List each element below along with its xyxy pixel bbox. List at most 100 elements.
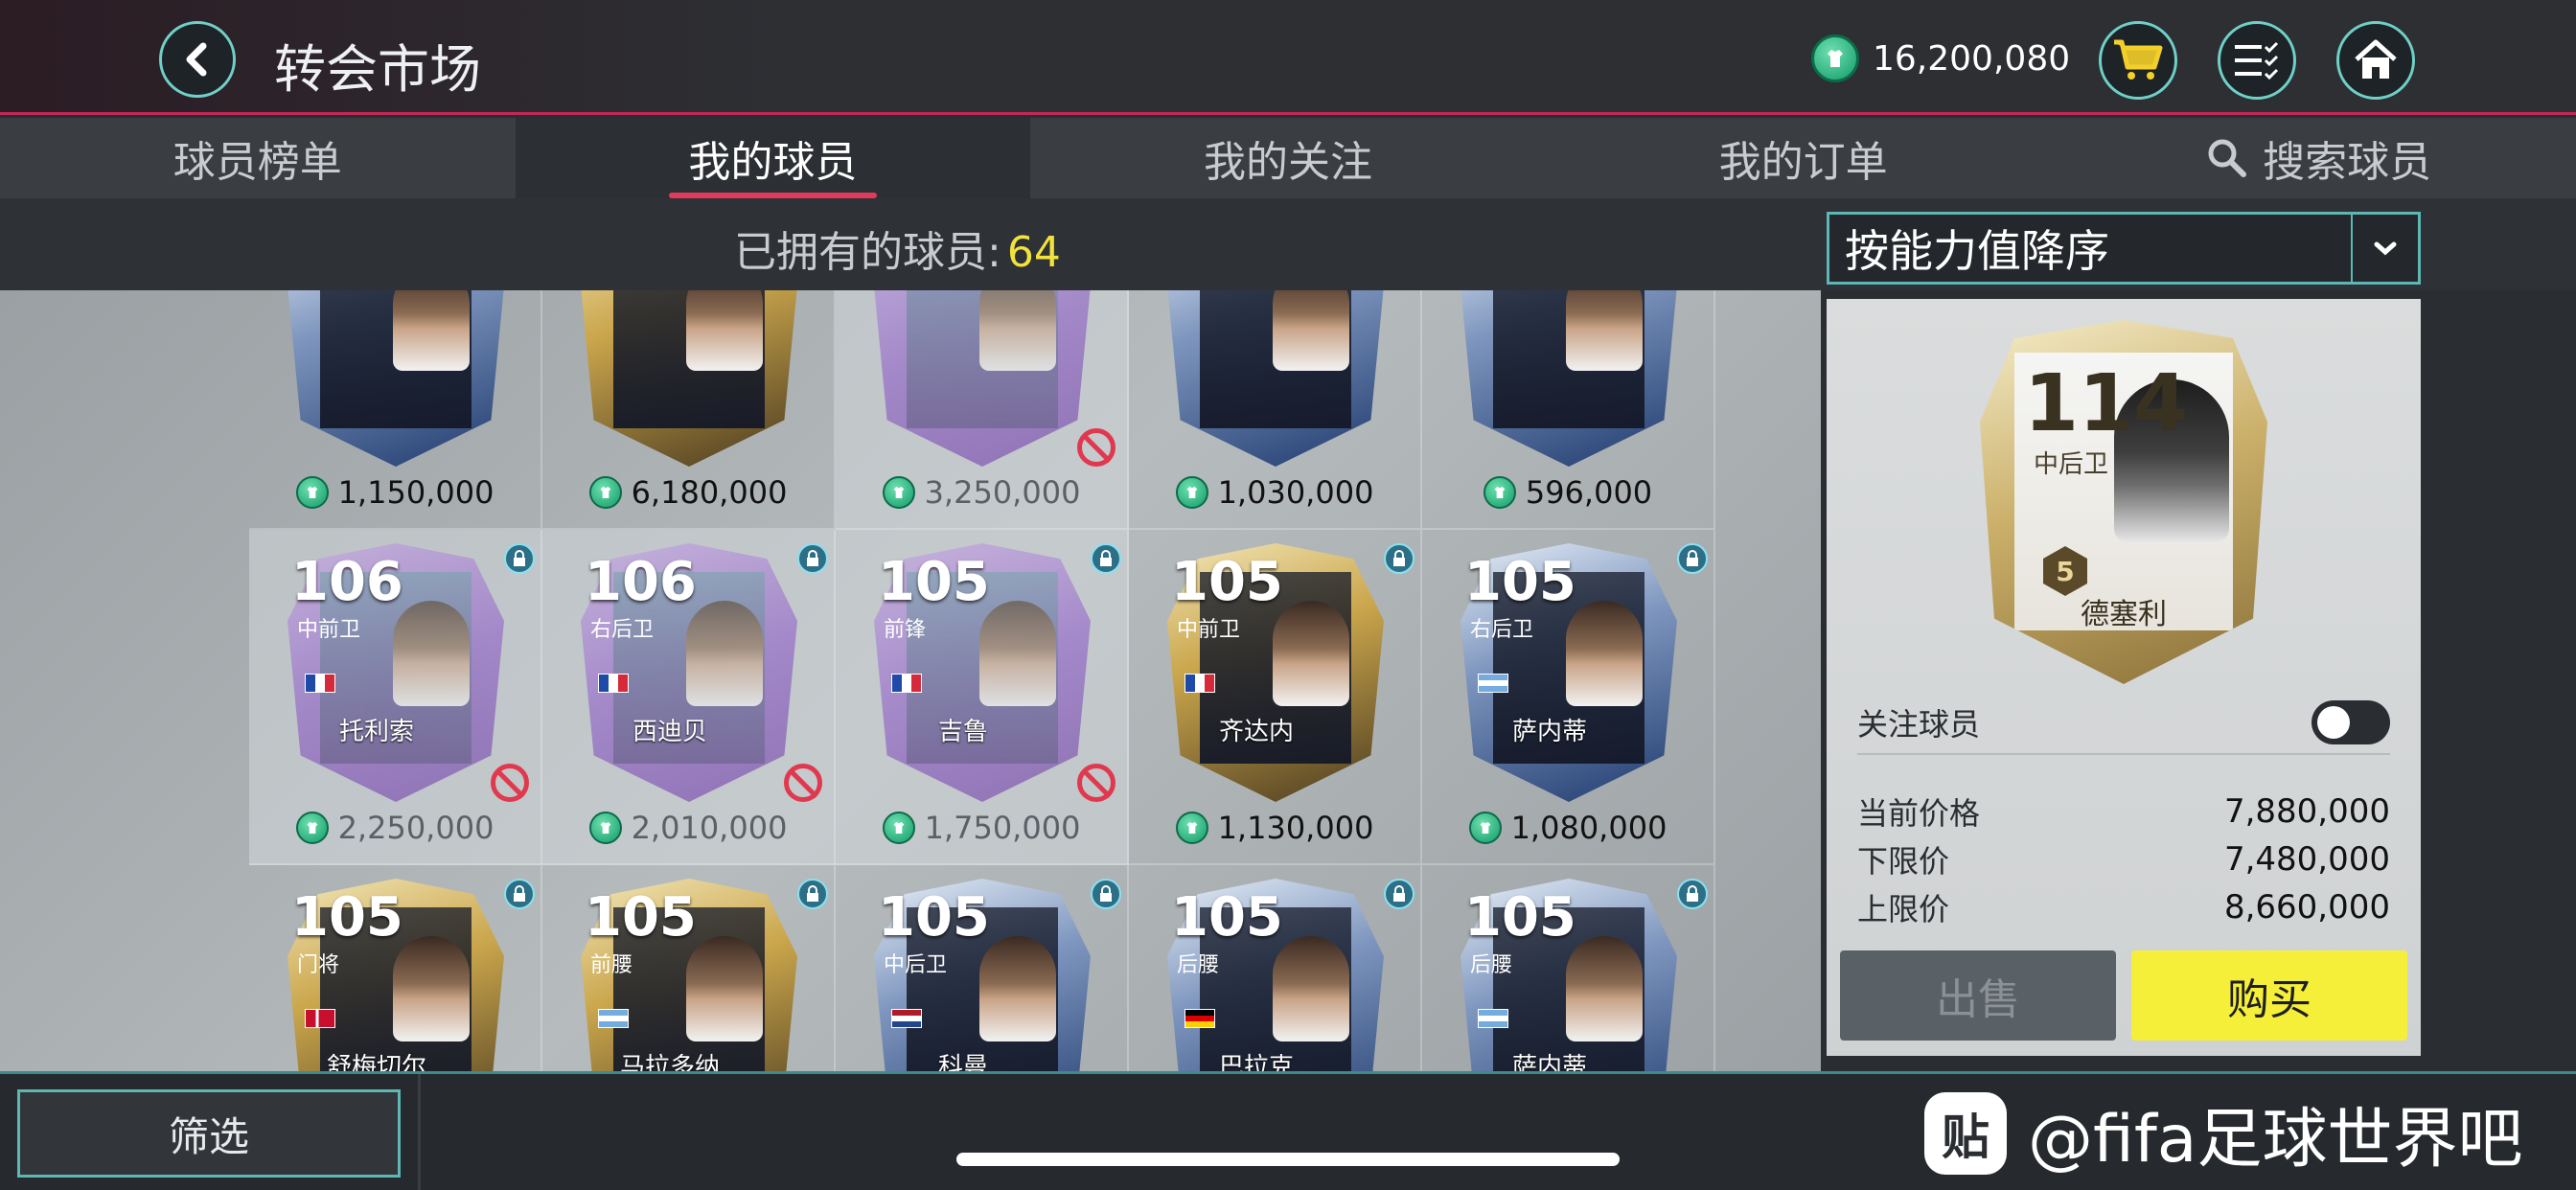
nation-flag-icon <box>305 674 335 693</box>
back-button[interactable] <box>159 21 236 98</box>
player-cell[interactable]: 105中后卫科曼728,000 <box>836 865 1129 1071</box>
tab-my-follows[interactable]: 我的关注 <box>1030 118 1546 198</box>
buy-button[interactable]: 购买 <box>2131 950 2407 1041</box>
player-portrait <box>1566 290 1643 371</box>
player-rating: 105 <box>291 886 403 949</box>
player-name: 吉鲁 <box>937 718 988 746</box>
nation-flag-icon <box>1478 674 1508 693</box>
watermark: 贴 @fifa足球世界吧 <box>1924 1086 2522 1180</box>
price-value: 3,250,000 <box>924 474 1081 511</box>
tab-my-players[interactable]: 我的球员 <box>515 118 1031 198</box>
tab-label: 我的球员 <box>688 138 858 187</box>
page-title: 转会市场 <box>274 39 481 100</box>
price-value: 2,250,000 <box>337 810 494 846</box>
player-card[interactable] <box>1167 290 1384 467</box>
player-rating: 105 <box>1464 551 1576 613</box>
price-info: 当前价格 7,880,000 下限价 7,480,000 上限价 8,660,0… <box>1857 788 2390 931</box>
player-price: 2,250,000 <box>249 810 540 846</box>
player-cell[interactable]: 105门将舒梅切尔925,000 <box>249 865 542 1071</box>
sell-button[interactable]: 出售 <box>1840 950 2116 1041</box>
tab-player-rankings[interactable]: 球员榜单 <box>0 118 516 198</box>
player-price: 1,150,000 <box>249 474 540 511</box>
player-position: 中前卫 <box>1177 618 1241 642</box>
selected-player-card[interactable]: 114 中后卫 5 德塞利 <box>1980 320 2267 684</box>
coin-amount: 16,200,080 <box>1873 38 2071 79</box>
coin-icon <box>1483 476 1516 509</box>
coin-icon <box>588 476 622 509</box>
follow-row: 关注球员 <box>1857 692 2390 755</box>
player-cell[interactable]: 105后腰巴拉克557,000 <box>1129 865 1422 1071</box>
player-cell[interactable]: 105 中前卫 齐达内 1,130,000 <box>1129 530 1422 865</box>
player-position: 前锋 <box>884 618 927 642</box>
player-cell[interactable]: 106 右后卫 西迪贝 2,010,000 <box>542 530 836 865</box>
tab-label: 我的订单 <box>1718 138 1888 187</box>
player-portrait <box>979 290 1056 371</box>
player-grid: 1,150,000 6,180,000 3,250,000 1,030,000 596,… <box>249 290 1715 1071</box>
untradeable-icon <box>1077 764 1116 802</box>
player-name: 舒梅切尔 <box>326 1053 426 1071</box>
owned-players-summary: 已拥有的球员: 64 <box>734 217 1061 279</box>
current-price-label: 当前价格 <box>1857 795 1981 832</box>
coin-icon <box>295 476 329 509</box>
search-icon <box>2205 136 2249 180</box>
player-cell[interactable]: 105前腰马拉多纳825,000 <box>542 865 836 1071</box>
player-cell[interactable]: 106 中前卫 托利索 2,250,000 <box>249 530 542 865</box>
player-cell[interactable]: 105后腰萨内蒂468,000 <box>1422 865 1715 1071</box>
player-price: 2,010,000 <box>542 810 834 846</box>
player-card[interactable] <box>288 290 504 467</box>
player-price: 1,750,000 <box>836 810 1127 846</box>
player-position: 后腰 <box>1177 953 1220 977</box>
player-cell[interactable]: 6,180,000 <box>542 290 836 530</box>
follow-toggle[interactable] <box>2312 700 2390 744</box>
player-name: 萨内蒂 <box>1511 1053 1587 1071</box>
player-name: 西迪贝 <box>632 718 707 746</box>
min-price-row: 下限价 7,480,000 <box>1857 835 2390 883</box>
player-cell[interactable]: 1,030,000 <box>1129 290 1422 530</box>
player-position: 门将 <box>297 953 340 977</box>
top-bar: 转会市场 16,200,080 <box>0 0 2576 115</box>
price-value: 1,750,000 <box>924 810 1081 846</box>
lock-icon <box>1091 543 1121 574</box>
player-portrait <box>686 601 763 706</box>
lock-icon <box>797 543 828 574</box>
player-rating: 106 <box>291 551 403 613</box>
task-list-button[interactable] <box>2218 21 2296 100</box>
tab-label: 球员榜单 <box>172 138 342 187</box>
cart-button[interactable] <box>2099 21 2177 100</box>
chevron-down-icon <box>2351 215 2418 282</box>
watermark-text: @fifa足球世界吧 <box>2028 1102 2523 1178</box>
player-portrait <box>979 936 1056 1041</box>
player-portrait <box>686 290 763 371</box>
tab-search-players[interactable]: 搜索球员 <box>2060 118 2576 198</box>
tab-my-orders[interactable]: 我的订单 <box>1546 118 2061 198</box>
player-card[interactable] <box>874 290 1091 467</box>
lock-icon <box>1677 543 1708 574</box>
toggle-knob <box>2317 706 2350 739</box>
player-cell[interactable]: 105 右后卫 萨内蒂 1,080,000 <box>1422 530 1715 865</box>
player-portrait <box>393 601 470 706</box>
player-cell[interactable]: 1,150,000 <box>249 290 542 530</box>
home-button[interactable] <box>2336 21 2415 100</box>
max-price-label: 上限价 <box>1857 891 1950 927</box>
price-value: 1,080,000 <box>1510 810 1668 846</box>
lock-icon <box>1091 879 1121 909</box>
max-price-value: 8,660,000 <box>2223 888 2390 927</box>
coin-balance: 16,200,080 <box>1811 34 2070 82</box>
price-value: 6,180,000 <box>631 474 788 511</box>
player-cell[interactable]: 3,250,000 <box>836 290 1129 530</box>
player-portrait <box>1273 290 1349 371</box>
player-name: 托利索 <box>338 718 414 746</box>
player-position: 中后卫 <box>884 953 948 977</box>
sort-selected-value: 按能力值降序 <box>1845 225 2109 277</box>
player-cell[interactable]: 596,000 <box>1422 290 1715 530</box>
nation-flag-icon <box>891 1009 922 1028</box>
filter-button[interactable]: 筛选 <box>17 1089 401 1178</box>
home-indicator[interactable] <box>956 1153 1620 1166</box>
nation-flag-icon <box>305 1009 335 1028</box>
bottom-bar: 筛选 贴 @fifa足球世界吧 <box>0 1071 2576 1190</box>
player-card[interactable] <box>1460 290 1677 467</box>
player-cell[interactable]: 105 前锋 吉鲁 1,750,000 <box>836 530 1129 865</box>
player-card[interactable] <box>581 290 797 467</box>
market-tabs: 球员榜单 我的球员 我的关注 我的订单 搜索球员 <box>0 118 2576 198</box>
sort-dropdown[interactable]: 按能力值降序 <box>1827 212 2421 285</box>
